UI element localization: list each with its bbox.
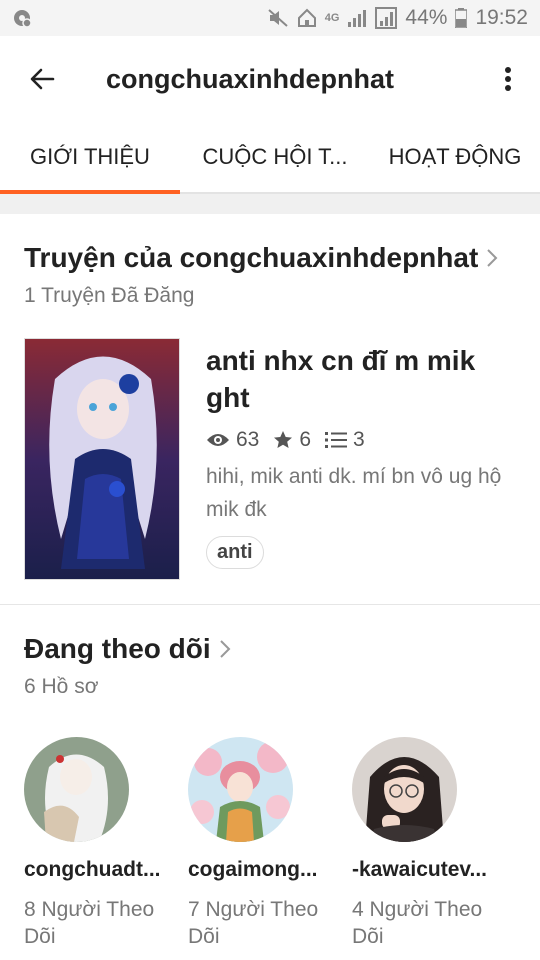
page-title: congchuaxinhdepnhat (106, 63, 395, 94)
profile-tabs: GIỚI THIỆU CUỘC HỘI T... HOẠT ĐỘNG (0, 122, 540, 194)
story-title[interactable]: anti nhx cn đĩ m mik ght (206, 342, 516, 416)
signal-icon (347, 8, 367, 28)
tab-conversations[interactable]: CUỘC HỘI T... (180, 122, 370, 192)
settings-notification-icon (12, 8, 32, 28)
parts-count: 3 (353, 428, 365, 451)
clock: 19:52 (475, 6, 528, 29)
battery-percent: 44% (405, 6, 448, 29)
stories-header[interactable]: Truyện của congchuaxinhdepnhat (24, 242, 516, 274)
story-stats: 63 6 3 (206, 428, 516, 452)
app-bar: congchuaxinhdepnhat (0, 36, 540, 122)
profile-name: cogaimong... (188, 858, 318, 881)
profile-card[interactable]: congchuadt... 8 Người Theo Dõi (24, 737, 188, 950)
arrow-left-icon (30, 68, 55, 90)
following-section: Đang theo dõi 6 Hồ sơ (0, 633, 540, 699)
following-profiles: congchuadt... 8 Người Theo Dõi cogaimong… (0, 737, 540, 950)
mute-icon (267, 8, 289, 28)
following-title: Đang theo dõi (24, 633, 211, 664)
parts-stat: 3 (325, 428, 365, 452)
avatar[interactable] (188, 737, 293, 842)
more-vertical-icon (505, 67, 511, 91)
status-bar: 4G 44% 19:52 (0, 0, 540, 36)
avatar[interactable] (352, 737, 457, 842)
eye-icon (207, 434, 229, 446)
story-tag[interactable]: anti (206, 536, 264, 569)
profile-followers: 7 Người Theo Dõi (188, 898, 319, 948)
chevron-right-icon (486, 248, 498, 268)
network-type-icon: 4G (324, 12, 340, 24)
votes-stat: 6 (273, 428, 311, 452)
following-count: 6 Hồ sơ (24, 675, 99, 698)
star-icon (274, 431, 293, 448)
stories-count: 1 Truyện Đã Đăng (24, 284, 195, 307)
battery-icon (455, 8, 468, 28)
profile-name: congchuadt... (24, 858, 161, 881)
story-description: hihi, mik anti dk. mí bn vô ug hộ mik đk (206, 465, 502, 521)
stories-section: Truyện của congchuaxinhdepnhat 1 Truyện … (0, 242, 540, 580)
more-options-button[interactable] (486, 57, 530, 101)
following-header[interactable]: Đang theo dõi (24, 633, 516, 665)
signal-sim2-icon (375, 7, 398, 29)
story-cover-image[interactable] (24, 338, 180, 580)
avatar[interactable] (24, 737, 129, 842)
tab-about[interactable]: GIỚI THIỆU (0, 122, 180, 194)
chevron-right-icon (219, 639, 231, 659)
views-stat: 63 (206, 428, 259, 452)
section-gap (0, 194, 540, 214)
story-card[interactable]: anti nhx cn đĩ m mik ght 63 6 3 hihi, mi… (24, 338, 516, 580)
votes-count: 6 (299, 428, 312, 451)
profile-card[interactable]: cogaimong... 7 Người Theo Dõi (188, 737, 352, 950)
back-button[interactable] (20, 57, 64, 101)
profile-name: -kawaicutev... (352, 858, 488, 881)
list-icon (325, 432, 348, 448)
profile-followers: 4 Người Theo Dõi (352, 898, 483, 948)
stories-title: Truyện của congchuaxinhdepnhat (24, 242, 479, 273)
profile-followers: 8 Người Theo Dõi (24, 898, 155, 948)
section-divider (0, 604, 540, 605)
views-count: 63 (236, 428, 260, 451)
home-icon (297, 8, 317, 28)
tab-activity[interactable]: HOẠT ĐỘNG (370, 122, 540, 192)
story-info: anti nhx cn đĩ m mik ght 63 6 3 hihi, mi… (206, 338, 516, 580)
profile-card[interactable]: -kawaicutev... 4 Người Theo Dõi (352, 737, 516, 950)
